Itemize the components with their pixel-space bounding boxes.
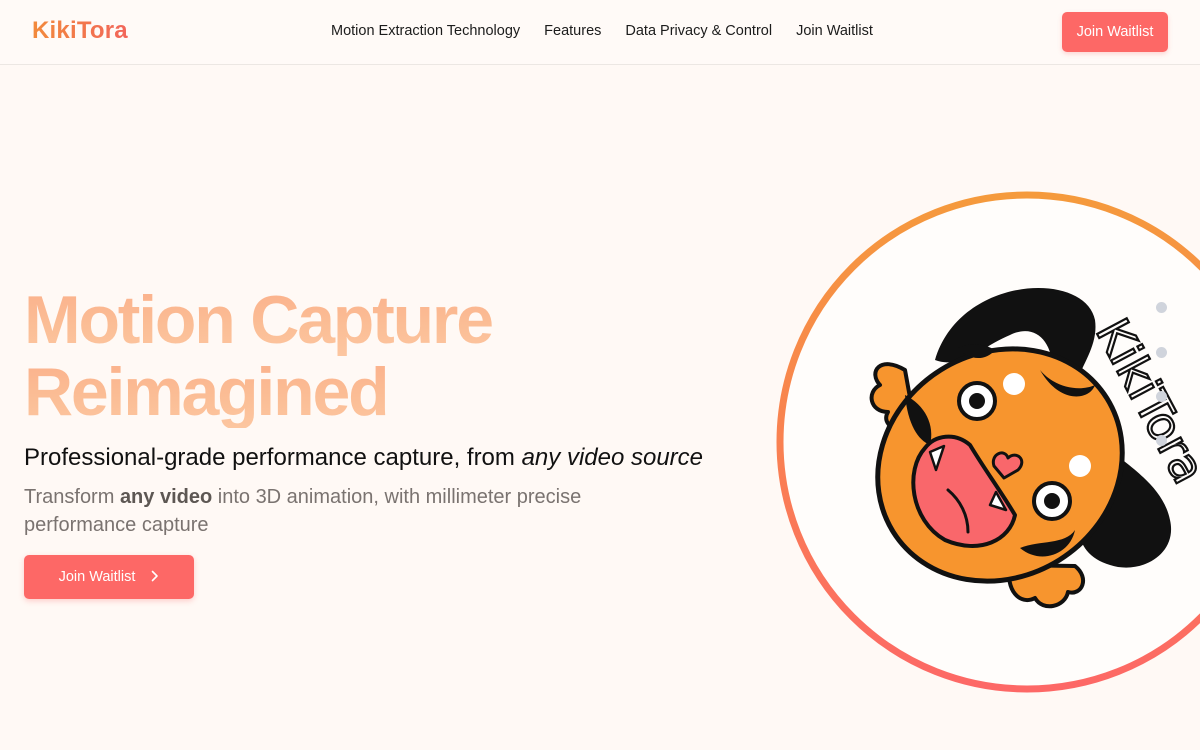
left-pupil	[969, 393, 985, 409]
hero-title-line-2: Reimagined	[24, 356, 492, 428]
hero-join-waitlist-label: Join Waitlist	[58, 569, 136, 585]
hero-description-prefix: Transform	[24, 486, 120, 508]
hero-join-waitlist-button[interactable]: Join Waitlist	[24, 555, 194, 599]
hero-title: Motion Capture Reimagined	[24, 282, 494, 428]
carousel-dot[interactable]	[1156, 391, 1167, 402]
nav-link-features[interactable]: Features	[544, 23, 601, 39]
site-header: KikiTora Motion Extraction Technology Fe…	[0, 0, 1200, 65]
nav-link-join-waitlist[interactable]: Join Waitlist	[796, 23, 873, 39]
hero-description: Transform any video into 3D animation, w…	[24, 483, 644, 539]
header-join-waitlist-button[interactable]: Join Waitlist	[1062, 12, 1168, 52]
hero-subtitle-emphasis: any video source	[521, 444, 704, 471]
carousel-dot[interactable]	[1156, 347, 1167, 358]
mascot-svg: KikiTora	[776, 191, 1200, 693]
hero-title-line-1: Motion Capture	[24, 282, 494, 358]
nav-link-motion-extraction[interactable]: Motion Extraction Technology	[331, 23, 520, 39]
highlight-dot	[1003, 373, 1025, 395]
highlight-dot	[1069, 455, 1091, 477]
hero-subtitle: Professional-grade performance capture, …	[24, 444, 703, 472]
chevron-right-icon	[151, 570, 159, 585]
hero-description-bold: any video	[119, 486, 213, 508]
right-pupil	[1044, 493, 1060, 509]
main-nav: Motion Extraction Technology Features Da…	[331, 23, 873, 39]
hero-subtitle-text: Professional-grade performance capture, …	[24, 444, 522, 471]
carousel-dot[interactable]	[1156, 435, 1167, 446]
nav-link-data-privacy[interactable]: Data Privacy & Control	[625, 23, 772, 39]
mascot-illustration: KikiTora	[760, 180, 1200, 710]
logo[interactable]: KikiTora	[32, 17, 128, 45]
carousel-dot[interactable]	[1156, 302, 1167, 313]
